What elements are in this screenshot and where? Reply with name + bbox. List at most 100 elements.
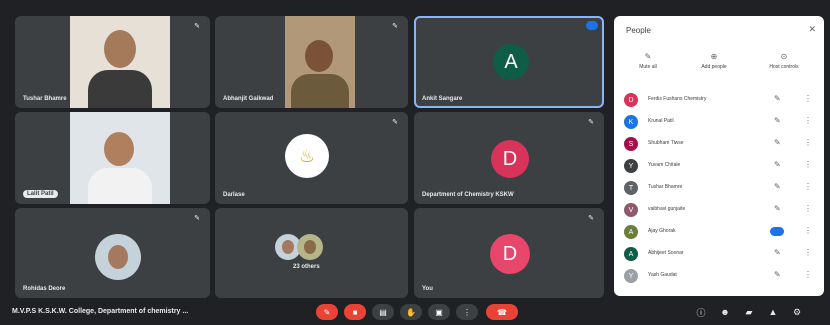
mic-off-icon[interactable]: ✎ bbox=[774, 182, 781, 191]
participant-name: Abhijeet Soonar bbox=[648, 250, 684, 256]
mic-off-icon[interactable]: ✎ bbox=[774, 138, 781, 147]
more-options-icon[interactable]: ⋮ bbox=[804, 94, 812, 103]
avatar-initial: D bbox=[502, 147, 518, 170]
participant-avatar: T bbox=[624, 181, 638, 195]
more-options-icon[interactable]: ⋮ bbox=[804, 138, 812, 147]
people-icon[interactable]: ☻ bbox=[718, 305, 732, 319]
more-options-icon[interactable]: ⋮ bbox=[804, 248, 812, 257]
raise-hand-button[interactable]: ✋ bbox=[400, 304, 422, 320]
participant-head bbox=[104, 132, 134, 166]
participant-head bbox=[305, 40, 333, 72]
hand-icon: ✋ bbox=[406, 307, 416, 317]
participant-name: Lalit Patil bbox=[23, 190, 58, 198]
more-options-icon[interactable]: ⋮ bbox=[804, 270, 812, 279]
meeting-stage: ✎ Tushar Bhamre ✎ Abhanjit Gaikwad A Ank… bbox=[0, 0, 830, 325]
mic-off-icon: ✎ bbox=[194, 215, 200, 222]
participant-avatar: D bbox=[491, 140, 529, 178]
mic-off-icon: ✎ bbox=[194, 23, 200, 30]
close-icon[interactable]: ✕ bbox=[808, 24, 816, 35]
phone-hangup-icon: ☎ bbox=[497, 307, 507, 317]
add-person-icon: ⊕ bbox=[710, 52, 718, 61]
video-tile[interactable]: ✎ Rohidas Deore bbox=[15, 208, 210, 298]
add-people-button[interactable]: ⊕ Add people bbox=[684, 52, 744, 70]
speaking-indicator-icon bbox=[586, 21, 598, 30]
avatar-initial: A bbox=[504, 50, 518, 73]
participant-row[interactable]: K Krunal Patil ✎ ⋮ bbox=[624, 112, 819, 132]
meeting-title: M.V.P.S K.S.K.W. College, Department of … bbox=[12, 308, 189, 315]
participant-row[interactable]: T Tushar Bhamre ✎ ⋮ bbox=[624, 178, 819, 198]
participant-avatar: D bbox=[624, 93, 638, 107]
mic-off-icon: ✎ bbox=[392, 23, 398, 30]
activities-icon[interactable]: ▲ bbox=[766, 305, 780, 319]
leave-call-button[interactable]: ☎ bbox=[486, 304, 518, 320]
mic-off-icon[interactable]: ✎ bbox=[774, 94, 781, 103]
video-tile[interactable]: D ✎ You bbox=[414, 208, 604, 298]
person-photo-icon bbox=[282, 240, 294, 254]
participant-name: Tushar Bhamre bbox=[648, 184, 683, 190]
participant-name: Tushar Bhamre bbox=[23, 96, 67, 102]
more-options-icon[interactable]: ⋮ bbox=[804, 160, 812, 169]
participant-name: You bbox=[422, 286, 433, 292]
mute-all-button[interactable]: ✎ Mute all bbox=[618, 52, 678, 70]
speaking-indicator-icon bbox=[770, 227, 784, 236]
video-tile[interactable]: D ✎ Department of Chemistry KSKW bbox=[414, 112, 604, 204]
video-feed bbox=[285, 16, 355, 108]
action-label: Host controls bbox=[769, 64, 799, 70]
mic-off-icon[interactable]: ✎ bbox=[774, 270, 781, 279]
action-label: Mute all bbox=[639, 64, 657, 70]
participant-avatar: A bbox=[624, 225, 638, 239]
participant-row[interactable]: A Ajay Ghorak ⋮ bbox=[624, 222, 819, 242]
more-options-button[interactable]: ⋮ bbox=[456, 304, 478, 320]
video-feed bbox=[70, 16, 170, 108]
mic-off-icon[interactable]: ✎ bbox=[774, 204, 781, 213]
mic-off-icon[interactable]: ✎ bbox=[774, 248, 781, 257]
participant-avatar: Y bbox=[624, 159, 638, 173]
participant-avatar: A bbox=[493, 44, 529, 80]
mic-off-icon[interactable]: ✎ bbox=[774, 116, 781, 125]
panel-title: People bbox=[626, 26, 651, 35]
video-tile[interactable]: 23 others bbox=[215, 208, 408, 298]
more-options-icon[interactable]: ⋮ bbox=[804, 204, 812, 213]
people-panel: People ✕ ✎ Mute all ⊕ Add people ⊙ Host … bbox=[614, 16, 824, 296]
host-controls-icon[interactable]: ⚙ bbox=[790, 305, 804, 319]
video-tile[interactable]: ♨ ✎ Darlase bbox=[215, 112, 408, 204]
captions-button[interactable]: ▤ bbox=[372, 304, 394, 320]
chat-icon[interactable]: ▰ bbox=[742, 305, 756, 319]
mic-toggle-button[interactable]: ✎ bbox=[316, 304, 338, 320]
participant-body bbox=[88, 168, 152, 204]
video-tile[interactable]: A Ankit Sangare bbox=[414, 16, 604, 108]
mic-off-icon: ✎ bbox=[392, 119, 398, 126]
camera-off-icon: ■ bbox=[352, 307, 358, 317]
camera-toggle-button[interactable]: ■ bbox=[344, 304, 366, 320]
participant-avatar: S bbox=[624, 137, 638, 151]
video-feed bbox=[70, 112, 170, 204]
more-options-icon[interactable]: ⋮ bbox=[804, 116, 812, 125]
video-tile[interactable]: ✎ Tushar Bhamre bbox=[15, 16, 210, 108]
present-icon: ▣ bbox=[435, 307, 443, 317]
participant-row[interactable]: S Shubham Tiwse ✎ ⋮ bbox=[624, 134, 819, 154]
participant-row[interactable]: Y Yash Gaudat ✎ ⋮ bbox=[624, 266, 819, 286]
participant-name: Rohidas Deore bbox=[23, 286, 66, 292]
participant-row[interactable]: Y Yuvam Chitale ✎ ⋮ bbox=[624, 156, 819, 176]
more-options-icon[interactable]: ⋮ bbox=[804, 182, 812, 191]
info-icon[interactable]: ⓘ bbox=[694, 305, 708, 319]
participant-row[interactable]: V vaibhavi gunjaite ✎ ⋮ bbox=[624, 200, 819, 220]
participant-avatar bbox=[297, 234, 323, 260]
video-tile[interactable]: ✎ Abhanjit Gaikwad bbox=[215, 16, 408, 108]
host-controls-button[interactable]: ⊙ Host controls bbox=[754, 52, 814, 70]
participant-name: Shubham Tiwse bbox=[648, 140, 684, 146]
participant-row[interactable]: D Ferdis Fushans Chemistry ✎ ⋮ bbox=[624, 90, 819, 110]
mic-off-icon[interactable]: ✎ bbox=[774, 160, 781, 169]
participant-row[interactable]: A Abhijeet Soonar ✎ ⋮ bbox=[624, 244, 819, 264]
participant-name: Yuvam Chitale bbox=[648, 162, 681, 168]
person-photo-icon bbox=[108, 245, 128, 269]
present-button[interactable]: ▣ bbox=[428, 304, 450, 320]
participant-avatar: D bbox=[490, 234, 530, 274]
video-tile[interactable]: Lalit Patil bbox=[15, 112, 210, 204]
participant-name: Yash Gaudat bbox=[648, 272, 677, 278]
participant-avatar: V bbox=[624, 203, 638, 217]
mic-off-icon: ✎ bbox=[588, 215, 594, 222]
participant-name: Department of Chemistry KSKW bbox=[422, 192, 514, 198]
participant-name: Darlase bbox=[223, 192, 245, 198]
more-options-icon[interactable]: ⋮ bbox=[804, 226, 812, 235]
